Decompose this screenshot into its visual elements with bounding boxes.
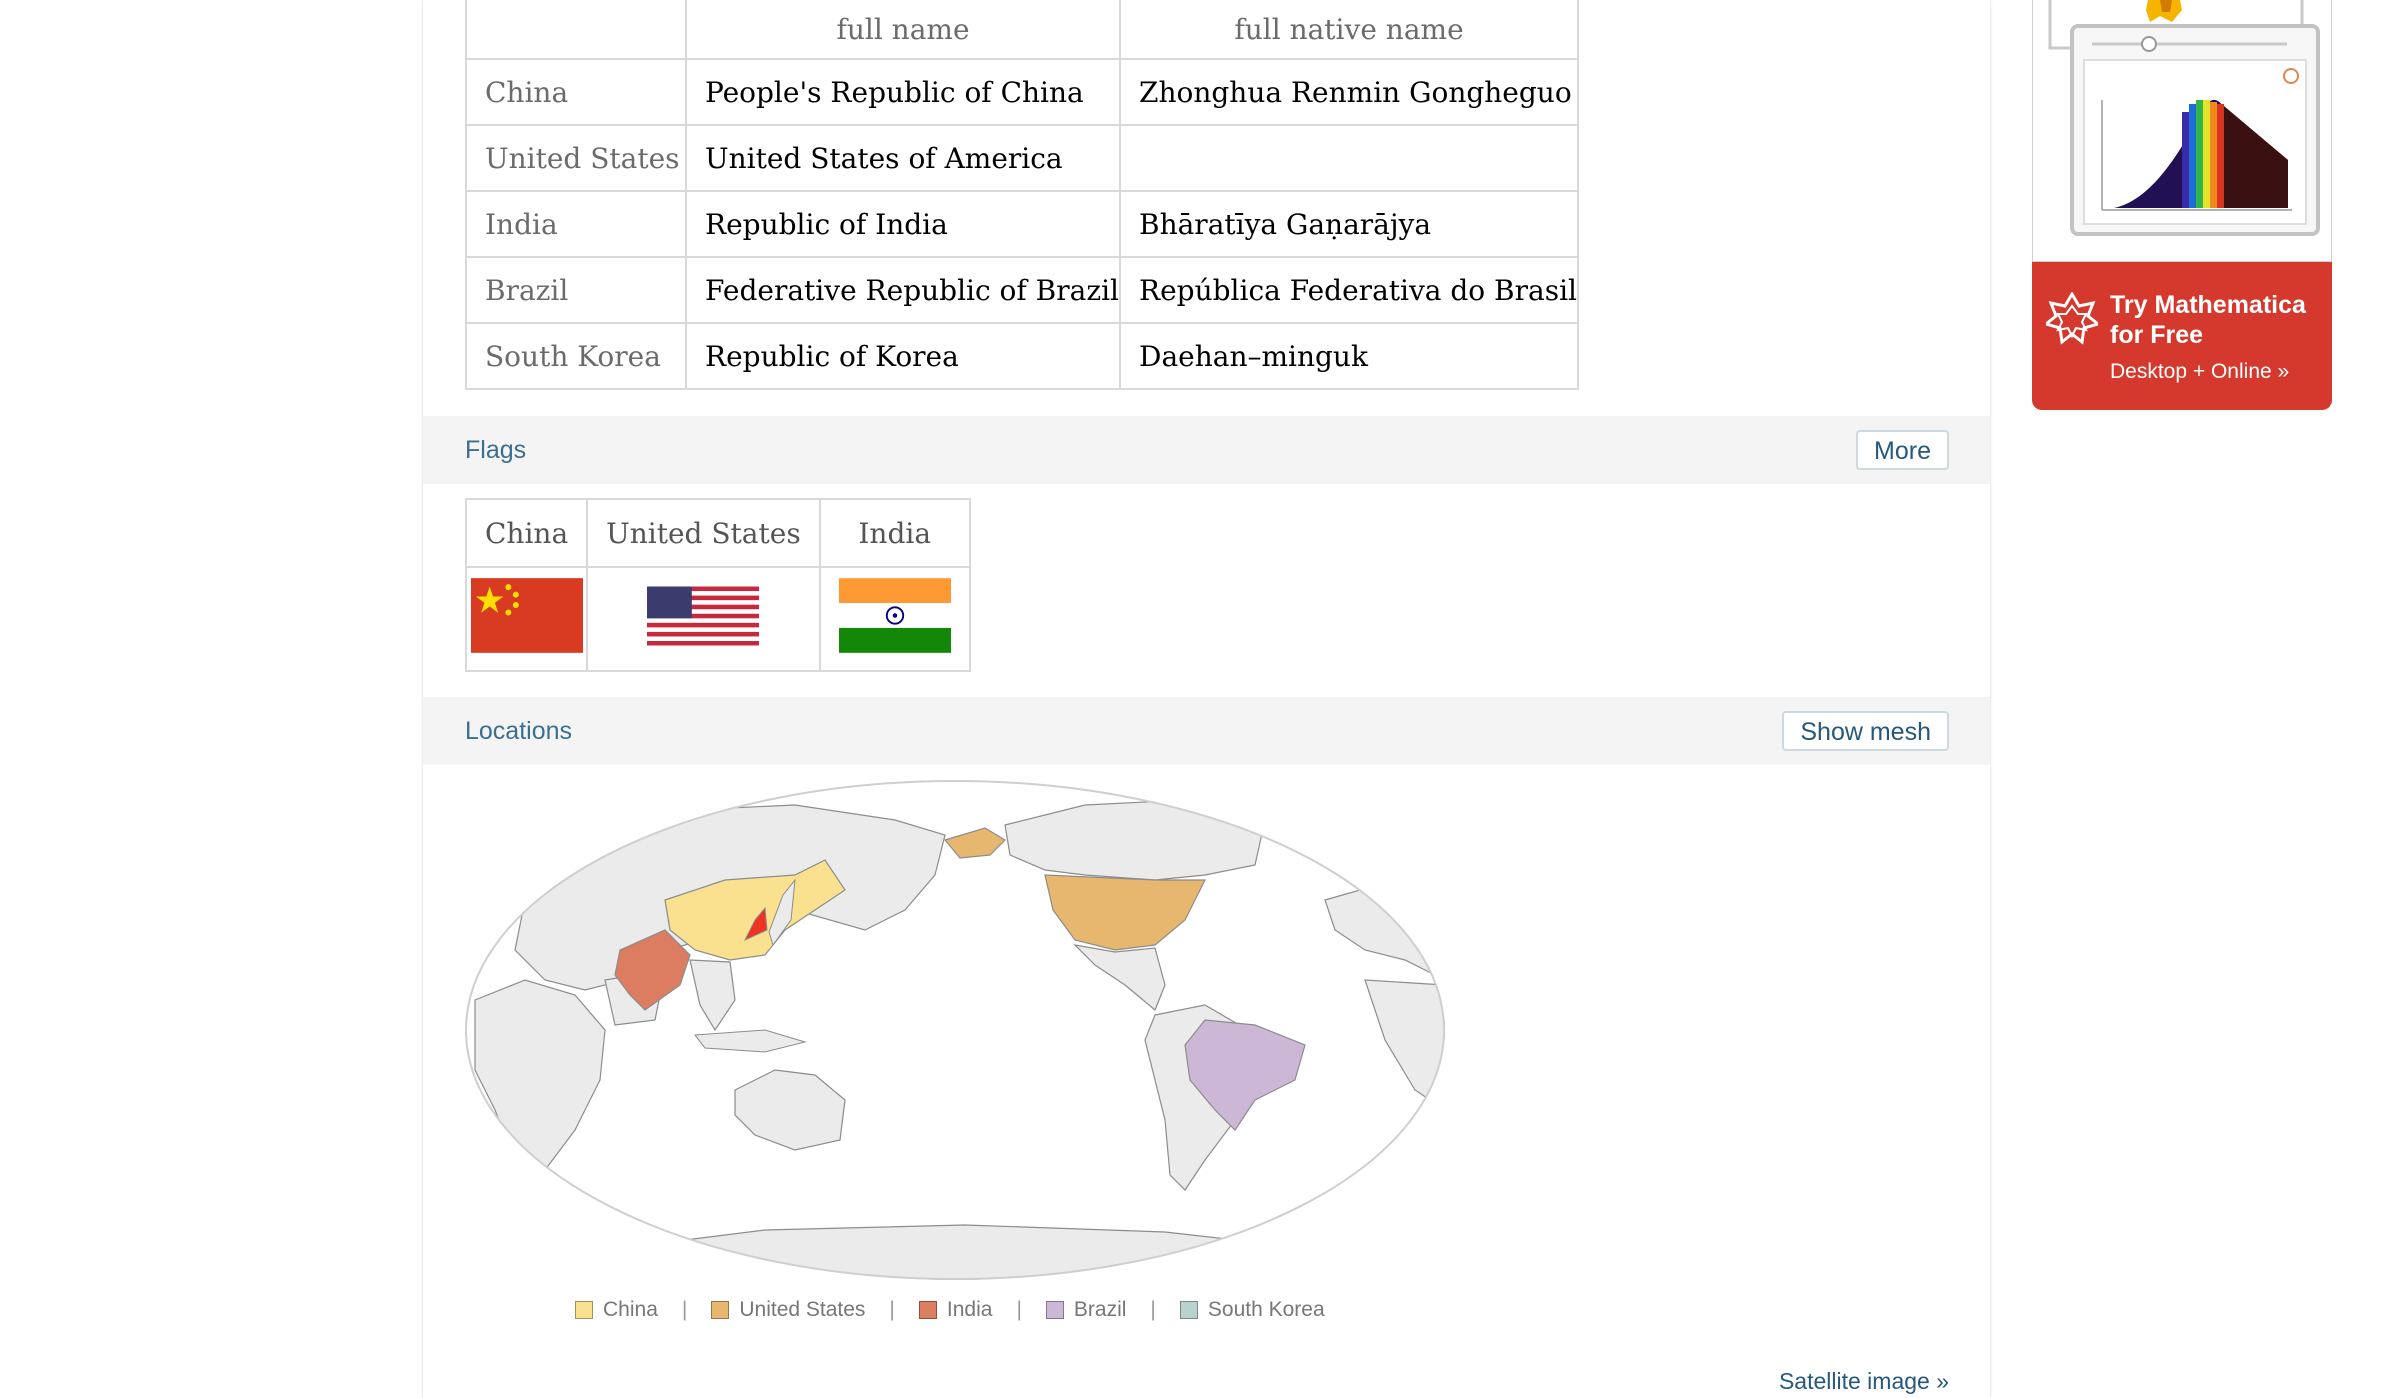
mathematica-ad[interactable]: Try Mathematica for Free Desktop + Online… [2032, 0, 2332, 410]
header-empty [465, 0, 687, 60]
row-native-name: Daehan–minguk [1119, 322, 1579, 390]
legend-item-south-korea: South Korea [1179, 1298, 1325, 1322]
show-mesh-button[interactable]: Show mesh [1782, 711, 1949, 751]
table-row: United States United States of America [465, 124, 1579, 192]
flags-pod-header: Flags More [423, 416, 1990, 484]
row-native-name: Bhāratīya Gaṇarājya [1119, 190, 1579, 258]
legend-separator: | [681, 1298, 688, 1321]
legend-label: United States [739, 1298, 866, 1321]
india-flag-icon [838, 578, 951, 653]
row-full-name: Federative Republic of Brazil [685, 256, 1121, 324]
row-full-name: Republic of India [685, 190, 1121, 258]
more-button[interactable]: More [1856, 430, 1949, 470]
flag-label-united-states: United States [586, 498, 821, 568]
row-native-name: República Federativa do Brasil [1119, 256, 1579, 324]
row-country: Brazil [465, 256, 687, 324]
row-full-name: United States of America [685, 124, 1121, 192]
china-flag-icon [470, 578, 583, 653]
united-states-flag-icon [647, 586, 760, 645]
locations-pod-header: Locations Show mesh [423, 697, 1990, 765]
legend-item-brazil: Brazil [1045, 1298, 1127, 1322]
row-native-name: Zhonghua Renmin Gongheguo [1119, 58, 1579, 126]
row-full-name: People's Republic of China [685, 58, 1121, 126]
legend-label: India [946, 1298, 993, 1321]
legend-separator: | [889, 1298, 895, 1321]
legend-item-united-states: United States [711, 1298, 865, 1322]
legend-label: Brazil [1073, 1298, 1127, 1321]
flag-cell-china [464, 566, 589, 672]
legend-label: China [603, 1298, 658, 1321]
row-native-name [1119, 124, 1579, 192]
locations-pod-title: Locations [465, 717, 573, 745]
header-full-native-name: full native name [1119, 0, 1579, 60]
results-panel: full name full native name China People'… [423, 0, 1990, 1398]
flag-cell-india [818, 566, 971, 672]
row-country: India [465, 190, 687, 258]
legend-swatch [711, 1301, 730, 1319]
table-row: China People's Republic of China Zhonghu… [465, 58, 1579, 126]
legend-separator: | [1016, 1298, 1022, 1321]
legend-item-india: India [918, 1298, 993, 1322]
legend-swatch [1179, 1301, 1198, 1319]
names-table: full name full native name China People'… [465, 0, 1579, 390]
legend-label: South Korea [1207, 1298, 1325, 1321]
ad-title-line1: Try Mathematica [2110, 291, 2306, 319]
map-legend: China | United States | India | Brazil |… [575, 1298, 1325, 1322]
flags-pod-title: Flags [465, 436, 527, 464]
row-country: United States [465, 124, 687, 192]
satellite-image-link[interactable]: Satellite image » [1779, 1368, 1949, 1395]
world-map [465, 780, 1445, 1280]
table-row: South Korea Republic of Korea Daehan–min… [465, 322, 1579, 390]
flag-label-india: India [818, 498, 971, 568]
legend-item-china: China [575, 1298, 658, 1322]
table-row: India Republic of India Bhāratīya Gaṇarā… [465, 190, 1579, 258]
legend-swatch [918, 1301, 937, 1319]
header-full-name: full name [685, 0, 1121, 60]
wolfram-spikey-icon [2046, 292, 2098, 345]
names-table-header: full name full native name [465, 0, 1579, 60]
row-country: China [465, 58, 687, 126]
ad-subtitle: Desktop + Online » [2110, 360, 2290, 383]
legend-swatch [575, 1301, 593, 1319]
row-full-name: Republic of Korea [685, 322, 1121, 390]
flag-cell-united-states [586, 566, 821, 672]
try-mathematica-button[interactable]: Try Mathematica for Free Desktop + Online… [2032, 262, 2332, 410]
row-country: South Korea [465, 322, 687, 390]
flag-label-china: China [464, 498, 589, 568]
legend-swatch [1045, 1301, 1064, 1319]
legend-separator: | [1150, 1298, 1156, 1321]
ad-title-line2: for Free [2110, 321, 2204, 349]
table-row: Brazil Federative Republic of Brazil Rep… [465, 256, 1579, 324]
flags-table: China United States India [464, 498, 971, 672]
ad-thumbnail [2032, 0, 2332, 262]
